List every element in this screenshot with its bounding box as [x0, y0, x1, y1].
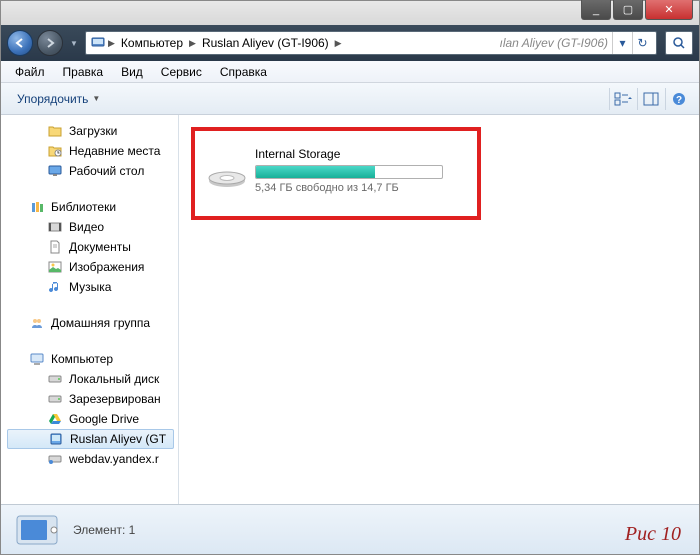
navigation-tree: Загрузки Недавние места Рабочий стол Биб… [1, 115, 179, 504]
drive-icon [47, 391, 63, 407]
sidebar-item-desktop[interactable]: Рабочий стол [3, 161, 178, 181]
content-pane: Internal Storage 5,34 ГБ свободно из 14,… [179, 115, 699, 504]
sidebar-item-downloads[interactable]: Загрузки [3, 121, 178, 141]
window-close-button[interactable]: ✕ [645, 0, 693, 20]
sidebar-item-label: Зарезервирован [69, 392, 161, 406]
sidebar-item-computer[interactable]: Компьютер [3, 349, 178, 369]
storage-drive-icon [207, 161, 247, 189]
network-drive-icon [47, 451, 63, 467]
refresh-button[interactable]: ↻ [632, 32, 652, 54]
figure-caption: Рис 10 [625, 523, 681, 546]
documents-icon [47, 239, 63, 255]
chevron-right-icon[interactable]: ▶ [106, 38, 117, 49]
computer-icon [29, 351, 45, 367]
sidebar-item-label: Домашняя группа [51, 316, 150, 330]
sidebar-item-homegroup[interactable]: Домашняя группа [3, 313, 178, 333]
sidebar-item-recent[interactable]: Недавние места [3, 141, 178, 161]
menu-help[interactable]: Справка [212, 63, 275, 81]
homegroup-icon [29, 315, 45, 331]
preview-pane-button[interactable] [637, 88, 663, 110]
sidebar-item-label: Недавние места [69, 144, 160, 158]
view-options-button[interactable] [609, 88, 635, 110]
chevron-right-icon[interactable]: ▶ [333, 38, 344, 49]
folder-icon [47, 123, 63, 139]
drive-free-text: 5,34 ГБ свободно из 14,7 ГБ [255, 182, 453, 194]
drive-name: Internal Storage [255, 147, 453, 161]
nav-bar: ▼ ▶ Компьютер ▶ Ruslan Aliyev (GT-I906) … [1, 25, 699, 61]
search-button[interactable] [665, 31, 693, 55]
sidebar-item-label: Рабочий стол [69, 164, 144, 178]
music-icon [47, 279, 63, 295]
sidebar-item-label: Компьютер [51, 352, 113, 366]
svg-text:?: ? [675, 95, 681, 106]
address-dropdown-button[interactable]: ▾ [612, 32, 632, 54]
device-large-icon [13, 512, 61, 548]
chevron-right-icon[interactable]: ▶ [187, 38, 198, 49]
sidebar-item-reserved[interactable]: Зарезервирован [3, 389, 178, 409]
status-bar: Элемент: 1 Рис 10 [1, 504, 699, 554]
toolbar: Упорядочить▼ ? [1, 83, 699, 115]
sidebar-item-label: webdav.yandex.r [69, 452, 159, 466]
sidebar-item-webdav[interactable]: webdav.yandex.r [3, 449, 178, 469]
menu-file[interactable]: Файл [7, 63, 53, 81]
drive-icon [47, 371, 63, 387]
window-titlebar: _ ▢ ✕ [1, 1, 699, 25]
window-minimize-button[interactable]: _ [581, 0, 611, 20]
highlighted-drive: Internal Storage 5,34 ГБ свободно из 14,… [191, 127, 481, 220]
sidebar-item-device-selected[interactable]: Ruslan Aliyev (GT [7, 429, 174, 449]
sidebar-item-label: Загрузки [69, 124, 117, 138]
sidebar-item-pictures[interactable]: Изображения [3, 257, 178, 277]
organize-button[interactable]: Упорядочить▼ [9, 89, 108, 109]
google-drive-icon [47, 411, 63, 427]
recent-icon [47, 143, 63, 159]
device-icon [48, 431, 64, 447]
nav-back-button[interactable] [7, 30, 33, 56]
nav-forward-button[interactable] [37, 30, 63, 56]
sidebar-item-documents[interactable]: Документы [3, 237, 178, 257]
nav-history-dropdown[interactable]: ▼ [67, 31, 81, 55]
storage-progress-bar [255, 165, 443, 179]
sidebar-item-label: Музыка [69, 280, 111, 294]
drive-item[interactable]: Internal Storage 5,34 ГБ свободно из 14,… [255, 147, 453, 194]
sidebar-item-label: Ruslan Aliyev (GT [70, 432, 166, 446]
sidebar-item-label: Google Drive [69, 412, 139, 426]
libraries-icon [29, 199, 45, 215]
menu-bar: Файл Правка Вид Сервис Справка [1, 61, 699, 83]
breadcrumb-item[interactable]: Компьютер [117, 36, 187, 50]
device-icon [90, 35, 106, 51]
menu-edit[interactable]: Правка [55, 63, 112, 81]
sidebar-item-label: Библиотеки [51, 200, 116, 214]
sidebar-item-music[interactable]: Музыка [3, 277, 178, 297]
sidebar-item-label: Документы [69, 240, 131, 254]
sidebar-item-label: Видео [69, 220, 104, 234]
help-button[interactable]: ? [665, 88, 691, 110]
sidebar-item-label: Изображения [69, 260, 144, 274]
breadcrumb-item[interactable]: Ruslan Aliyev (GT-I906) [198, 36, 333, 50]
sidebar-item-video[interactable]: Видео [3, 217, 178, 237]
video-icon [47, 219, 63, 235]
address-bar[interactable]: ▶ Компьютер ▶ Ruslan Aliyev (GT-I906) ▶ … [85, 31, 657, 55]
sidebar-item-google-drive[interactable]: Google Drive [3, 409, 178, 429]
menu-service[interactable]: Сервис [153, 63, 210, 81]
status-text: Элемент: 1 [73, 523, 135, 537]
desktop-icon [47, 163, 63, 179]
window-maximize-button[interactable]: ▢ [613, 0, 643, 20]
pictures-icon [47, 259, 63, 275]
menu-view[interactable]: Вид [113, 63, 151, 81]
sidebar-item-local-disk[interactable]: Локальный диск [3, 369, 178, 389]
address-hint: ılan Aliyev (GT-I906) [500, 36, 613, 50]
sidebar-item-libraries[interactable]: Библиотеки [3, 197, 178, 217]
sidebar-item-label: Локальный диск [69, 372, 159, 386]
